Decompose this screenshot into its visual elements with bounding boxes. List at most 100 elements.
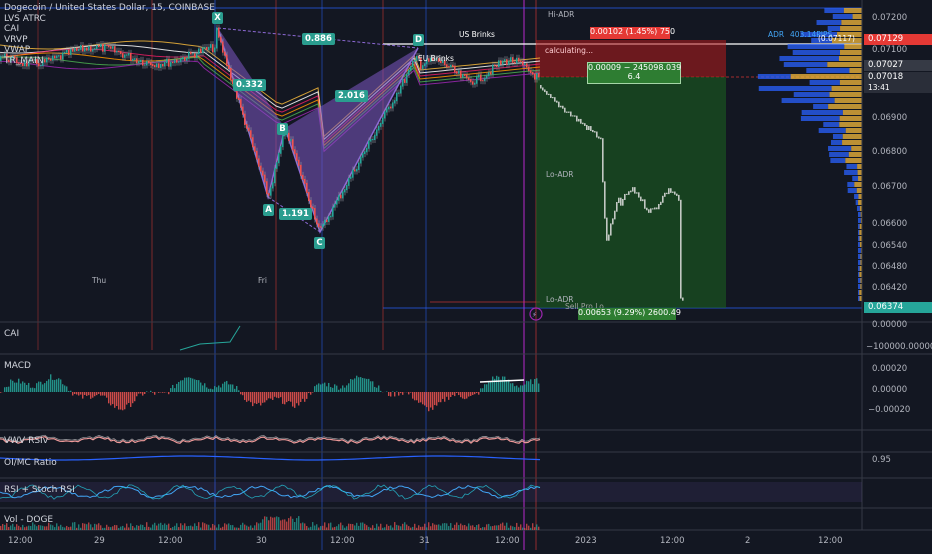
- volume-bar: [448, 526, 449, 530]
- candle-body: [226, 55, 228, 66]
- candle-body: [264, 175, 266, 183]
- cai-pane-label[interactable]: CAI: [4, 329, 19, 339]
- price-tick: 0.06700: [872, 182, 907, 192]
- indicator-lvs-atrc[interactable]: LVS ATRC: [4, 14, 215, 25]
- candle-body: [638, 192, 640, 197]
- candle-body: [396, 93, 398, 101]
- candle-body: [422, 65, 424, 69]
- symbol-title[interactable]: Dogecoin / United States Dollar, 15, COI…: [4, 3, 215, 14]
- volume-profile-bar: [858, 242, 860, 247]
- volume-bar: [14, 527, 15, 530]
- volume-profile-bar: [782, 98, 835, 103]
- candle-body: [0, 56, 2, 61]
- volume-bar: [438, 524, 439, 530]
- stop-loss-label[interactable]: 0.00102 (1.45%) 750: [590, 27, 670, 39]
- vol-pane-label[interactable]: Vol - DOGE: [4, 515, 53, 525]
- macd-bar: [208, 389, 209, 392]
- volume-bar: [54, 527, 55, 530]
- trading-chart[interactable]: ⚡ Dogecoin / United States Dollar, 15, C…: [0, 0, 932, 550]
- rsi-pane-label[interactable]: RSI + Stoch RSI: [4, 485, 75, 495]
- volume-bar: [124, 528, 125, 530]
- macd-bar: [538, 384, 539, 392]
- volume-profile-bar: [849, 152, 862, 157]
- volume-profile-bar: [830, 92, 862, 97]
- volume-bar: [196, 526, 197, 530]
- volume-bar: [400, 526, 401, 530]
- macd-bar: [264, 392, 265, 402]
- candle-body: [656, 207, 658, 209]
- volume-profile-bar: [813, 104, 828, 109]
- volume-bar: [122, 526, 123, 530]
- volume-profile-bar: [851, 146, 862, 151]
- indicator-vwap[interactable]: VWAP: [4, 45, 215, 56]
- volume-profile-bar: [758, 74, 791, 79]
- oi-pane-label[interactable]: OI/MC Ratio: [4, 458, 57, 468]
- volume-bar: [234, 527, 235, 530]
- candle-body: [324, 220, 326, 225]
- day-label-fri: Fri: [258, 276, 267, 285]
- candle-body: [672, 192, 674, 193]
- volume-bar: [538, 527, 539, 530]
- entry-label-line2: 6.4: [588, 72, 680, 81]
- candle-body: [230, 68, 232, 80]
- macd-bar: [410, 392, 411, 393]
- candle-body: [300, 165, 302, 176]
- macd-bar: [496, 376, 497, 392]
- candle-body: [388, 107, 390, 110]
- candle-body: [676, 194, 678, 196]
- macd-bar: [180, 380, 181, 392]
- target-label[interactable]: 0.00653 (9.29%) 2600.49: [578, 308, 676, 320]
- candle-body: [596, 132, 598, 138]
- entry-label[interactable]: 0.00009 − 245098.039 6.4: [587, 62, 681, 84]
- macd-bar: [298, 392, 299, 405]
- price-tick: 0.06540: [872, 241, 907, 251]
- volume-bar: [242, 523, 243, 530]
- macd-bar: [94, 392, 95, 396]
- ratio-bc: 1.191: [279, 208, 312, 220]
- macd-bar: [340, 388, 341, 392]
- volume-bar: [120, 527, 121, 530]
- macd-pane-label[interactable]: MACD: [4, 361, 31, 371]
- candle-body: [218, 27, 220, 37]
- macd-bar: [244, 392, 245, 400]
- volume-bar: [264, 516, 265, 530]
- volume-bar: [434, 525, 435, 530]
- macd-bar: [378, 385, 379, 392]
- candle-body: [648, 209, 650, 213]
- indicator-tr-main[interactable]: TR_MAIN: [4, 56, 215, 67]
- macd-bar: [106, 392, 107, 398]
- candle-body: [626, 194, 628, 195]
- macd-bar: [346, 385, 347, 392]
- candle-body: [348, 178, 350, 186]
- macd-bar: [230, 384, 231, 392]
- volume-bar: [98, 523, 99, 530]
- volume-bar: [534, 527, 535, 530]
- candle-body: [616, 202, 618, 212]
- chart-canvas[interactable]: ⚡: [0, 0, 932, 550]
- volume-profile-bar: [858, 176, 862, 181]
- candle-body: [308, 192, 310, 201]
- volume-bar: [462, 525, 463, 530]
- candle-body: [400, 86, 402, 94]
- indicator-vrvp[interactable]: VRVP: [4, 35, 215, 46]
- vwv-pane-label[interactable]: VWV RSIv: [4, 436, 48, 446]
- macd-bar: [204, 383, 205, 392]
- macd-bar: [516, 386, 517, 392]
- candle-body: [376, 129, 378, 135]
- volume-bar: [84, 524, 85, 530]
- macd-bar: [402, 392, 403, 395]
- volume-bar: [108, 527, 109, 530]
- volume-profile-bar: [858, 266, 860, 271]
- macd-bar: [358, 377, 359, 392]
- candle-body: [598, 136, 600, 138]
- volume-bar: [292, 519, 293, 530]
- volume-bar: [306, 526, 307, 530]
- macd-bar: [460, 392, 461, 397]
- volume-bar: [222, 527, 223, 530]
- macd-bar: [446, 392, 447, 397]
- oi-mc-line: [0, 456, 540, 460]
- candle-body: [670, 188, 672, 193]
- indicator-cai[interactable]: CAI: [4, 24, 215, 35]
- macd-bar: [22, 381, 23, 392]
- volume-bar: [194, 523, 195, 530]
